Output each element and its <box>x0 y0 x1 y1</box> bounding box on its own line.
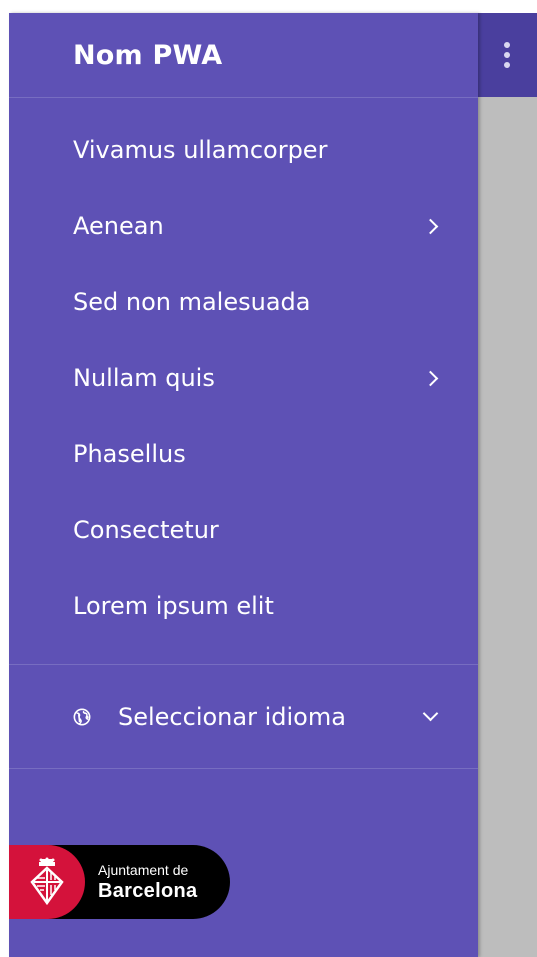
logo-text: Ajuntament de Barcelona <box>85 863 197 901</box>
nav-item-lorem-ipsum-elit[interactable]: Lorem ipsum elit <box>9 568 478 644</box>
drawer-scrim[interactable] <box>478 97 537 957</box>
globe-icon <box>73 708 91 725</box>
nav-item-label: Nullam quis <box>73 364 215 392</box>
logo-line-2: Barcelona <box>98 880 198 902</box>
logo-line-1: Ajuntament de <box>98 862 189 878</box>
ajuntament-barcelona-logo[interactable]: Ajuntament de Barcelona <box>9 845 230 919</box>
nav-list: Vivamus ullamcorper Aenean Sed non males… <box>9 112 478 644</box>
drawer-header: Nom PWA <box>9 13 478 98</box>
kebab-menu-icon[interactable] <box>497 38 517 72</box>
nav-item-label: Aenean <box>73 212 164 240</box>
nav-item-sed-non-malesuada[interactable]: Sed non malesuada <box>9 264 478 340</box>
nav-item-nullam-quis[interactable]: Nullam quis <box>9 340 478 416</box>
chevron-right-icon <box>422 218 439 234</box>
nav-item-label: Lorem ipsum elit <box>73 592 274 620</box>
language-label: Seleccionar idioma <box>118 702 346 731</box>
app-root: Nom PWA Vivamus ullamcorper Aenean Sed n… <box>0 0 537 957</box>
coat-of-arms-icon <box>30 857 64 906</box>
kebab-dot <box>504 42 510 48</box>
chevron-right-icon <box>422 370 439 386</box>
nav-item-label: Phasellus <box>73 440 186 468</box>
nav-item-consectetur[interactable]: Consectetur <box>9 492 478 568</box>
language-selector[interactable]: Seleccionar idioma <box>9 665 478 769</box>
navigation-drawer: Nom PWA Vivamus ullamcorper Aenean Sed n… <box>9 13 478 957</box>
chevron-down-icon <box>422 705 439 722</box>
kebab-dot <box>504 52 510 58</box>
kebab-dot <box>504 62 510 68</box>
nav-item-label: Sed non malesuada <box>73 288 311 316</box>
nav-item-aenean[interactable]: Aenean <box>9 188 478 264</box>
app-title: Nom PWA <box>73 39 223 71</box>
nav-item-label: Consectetur <box>73 516 219 544</box>
nav-item-label: Vivamus ullamcorper <box>73 136 328 164</box>
nav-item-phasellus[interactable]: Phasellus <box>9 416 478 492</box>
nav-item-vivamus-ullamcorper[interactable]: Vivamus ullamcorper <box>9 112 478 188</box>
barcelona-shield-icon <box>9 845 85 919</box>
